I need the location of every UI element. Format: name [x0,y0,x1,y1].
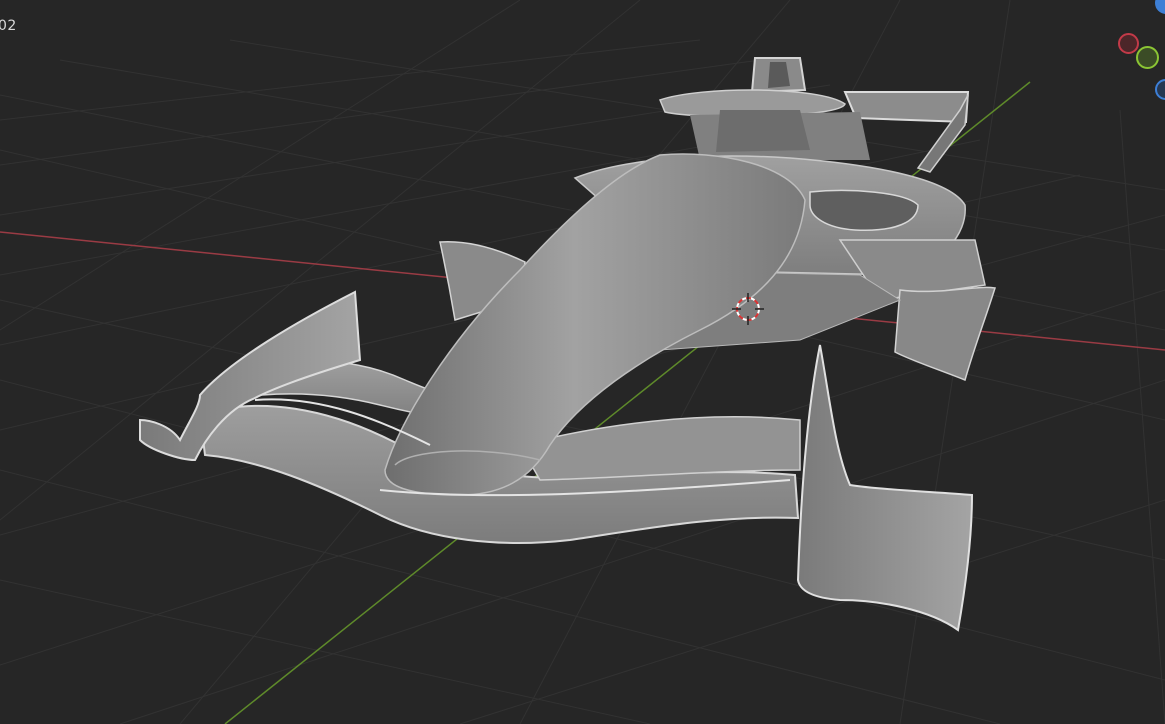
cockpit-halo [659,57,870,160]
gizmo-neg-x-axis-icon[interactable] [1118,33,1139,54]
viewport-scene[interactable] [0,0,1165,724]
3d-cursor-icon[interactable] [728,289,768,329]
front-endplate-right [796,344,974,632]
3d-viewport[interactable]: 02 [0,0,1165,724]
gizmo-neg-y-axis-icon[interactable] [1136,46,1159,69]
rear-bargeboard [894,286,996,382]
viewport-corner-label: 02 [0,18,17,34]
